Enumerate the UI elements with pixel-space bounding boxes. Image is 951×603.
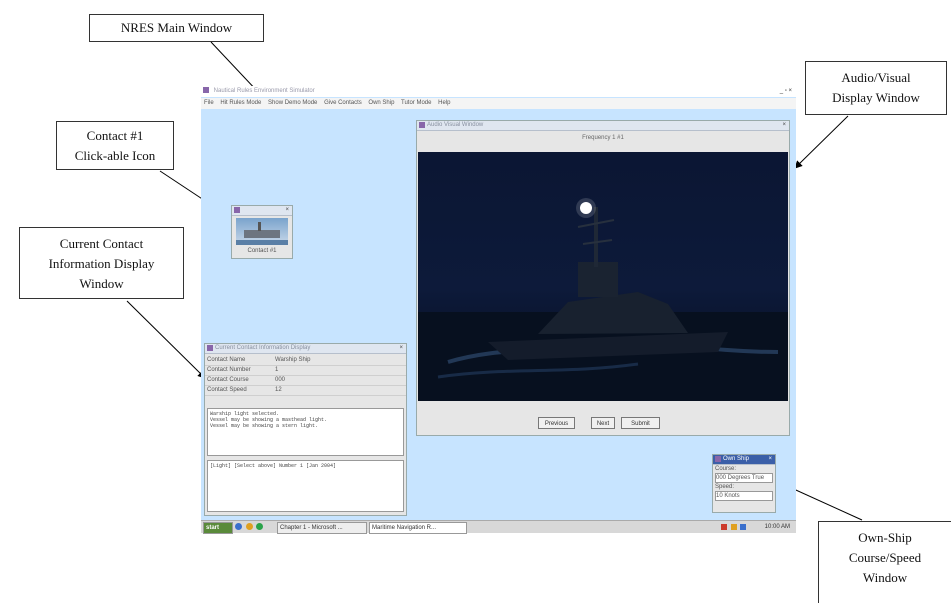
callout-ownship-window: Own-Ship Course/Speed Window	[818, 521, 951, 603]
tray-icons	[721, 523, 747, 535]
tray-icon[interactable]	[730, 524, 737, 530]
menu-file[interactable]: File	[204, 100, 214, 106]
contact-thumbnail[interactable]	[236, 218, 288, 245]
ie-icon[interactable]	[235, 523, 242, 530]
ownship-window-title: Own Ship	[723, 456, 750, 462]
menu-help[interactable]: Help	[438, 100, 450, 106]
start-button[interactable]: start	[203, 522, 233, 534]
info-fields: Contact Name Warship Ship Contact Number…	[205, 354, 406, 396]
field-label: Contact Course	[207, 377, 249, 383]
night-ship-image	[418, 152, 788, 401]
taskbar-item-nres[interactable]: Maritime Navigation R...	[369, 522, 467, 534]
taskbar: start Chapter 1 - Microsoft ... Maritime…	[201, 520, 796, 535]
info-status-textarea[interactable]: [Light] [Select above] Number 1 [Jan 200…	[207, 460, 404, 512]
tray-icon[interactable]	[740, 524, 747, 530]
close-icon[interactable]: ×	[285, 206, 289, 215]
course-field[interactable]: 000 Degrees True	[715, 473, 773, 483]
field-contact-number: Contact Number 1	[205, 366, 406, 376]
menu-show-demo-mode[interactable]: Show Demo Mode	[268, 100, 317, 106]
field-value: Warship Ship	[275, 357, 311, 363]
field-value: 000	[275, 377, 286, 383]
av-display-window: Audio Visual Window × Frequency 1 #1 Pre…	[416, 120, 790, 436]
submit-button[interactable]: Submit	[621, 417, 660, 429]
av-caption: Frequency 1 #1	[582, 135, 624, 141]
ship-mast-icon	[258, 222, 261, 231]
window-icon	[234, 207, 240, 213]
contact-info-window: Current Contact Information Display × Co…	[204, 343, 407, 516]
close-icon[interactable]: ×	[782, 121, 786, 130]
callout-text: Current Contact	[59, 236, 144, 251]
callout-text: NRES Main Window	[120, 20, 233, 35]
outlook-icon[interactable]	[245, 523, 253, 530]
callout-text: Information Display	[48, 256, 155, 271]
close-icon[interactable]: ×	[768, 455, 772, 464]
field-value: 1	[275, 367, 279, 373]
callout-text: Display Window	[832, 90, 920, 105]
main-window-title: Nautical Rules Environment Simulator	[213, 88, 315, 94]
window-icon	[715, 456, 721, 462]
ship-silhouette-icon	[244, 230, 280, 238]
next-button[interactable]: Next	[591, 417, 615, 429]
window-icon	[419, 122, 425, 128]
callout-text: Window	[862, 570, 908, 585]
contact-icon-label: Contact #1	[247, 248, 277, 254]
media-icon[interactable]	[256, 523, 264, 530]
field-contact-name: Contact Name Warship Ship	[205, 356, 406, 366]
menu-hit-rules-mode[interactable]: Hit Rules Mode	[220, 100, 261, 106]
callout-contact-icon: Contact #1 Click-able Icon	[56, 121, 174, 170]
menu-own-ship[interactable]: Own Ship	[368, 100, 394, 106]
contact-icon-window[interactable]: × Contact #1	[231, 205, 293, 259]
quick-launch-icons	[235, 523, 264, 535]
window-icon	[207, 345, 213, 351]
callout-text: Contact #1	[86, 128, 144, 143]
previous-button[interactable]: Previous	[538, 417, 575, 429]
av-window-title: Audio Visual Window	[427, 122, 484, 128]
field-label: Contact Speed	[207, 387, 247, 393]
info-window-title: Current Contact Information Display	[215, 345, 311, 351]
contact-icon-titlebar: ×	[232, 206, 292, 216]
callout-nres-main-window: NRES Main Window	[89, 14, 264, 42]
status-line: [Light] [Select above] Number 1 [Jan 200…	[210, 463, 337, 469]
tray-icon[interactable]	[721, 524, 727, 530]
app-icon	[203, 87, 209, 94]
main-menubar: File Hit Rules Mode Show Demo Mode Give …	[201, 98, 796, 109]
ownship-titlebar: Own Ship ×	[713, 455, 775, 465]
field-label: Contact Name	[207, 357, 246, 363]
field-value: 12	[275, 387, 282, 393]
av-titlebar: Audio Visual Window ×	[417, 121, 789, 131]
course-label: Course:	[715, 466, 737, 472]
speed-label: Speed:	[715, 484, 735, 490]
field-label: Contact Number	[207, 367, 251, 373]
info-log-textarea[interactable]: Warship light selected. Vessel may be sh…	[207, 408, 404, 456]
clock: 10:00 AM	[764, 524, 790, 530]
menu-tutor-mode[interactable]: Tutor Mode	[401, 100, 431, 106]
callout-info-window: Current Contact Information Display Wind…	[19, 227, 184, 299]
arrow-info	[126, 300, 206, 379]
callout-text: Course/Speed	[848, 550, 922, 565]
callout-text: Click-able Icon	[74, 148, 156, 163]
log-line: Vessel may be showing a stern light.	[210, 423, 319, 429]
callout-text: Window	[79, 276, 124, 291]
ownship-window: Own Ship × Course: 000 Degrees True Spee…	[712, 454, 776, 513]
callout-text: Audio/Visual	[841, 70, 911, 85]
speed-field[interactable]: 10 Knots	[715, 491, 773, 501]
water-strip	[236, 240, 288, 245]
close-icon[interactable]: ×	[399, 344, 403, 353]
callout-av-window: Audio/Visual Display Window	[805, 61, 947, 115]
menu-give-contacts[interactable]: Give Contacts	[324, 100, 362, 106]
info-titlebar: Current Contact Information Display ×	[205, 344, 406, 354]
field-contact-course: Contact Course 000	[205, 376, 406, 386]
main-window-titlebar: Nautical Rules Environment Simulator _ ▫…	[201, 86, 796, 97]
window-controls[interactable]: _ ▫ ×	[780, 86, 792, 97]
field-contact-speed: Contact Speed 12	[205, 386, 406, 396]
arrow-av	[794, 115, 849, 169]
taskbar-item-word[interactable]: Chapter 1 - Microsoft ...	[277, 522, 367, 534]
callout-text: Own-Ship	[858, 530, 912, 545]
